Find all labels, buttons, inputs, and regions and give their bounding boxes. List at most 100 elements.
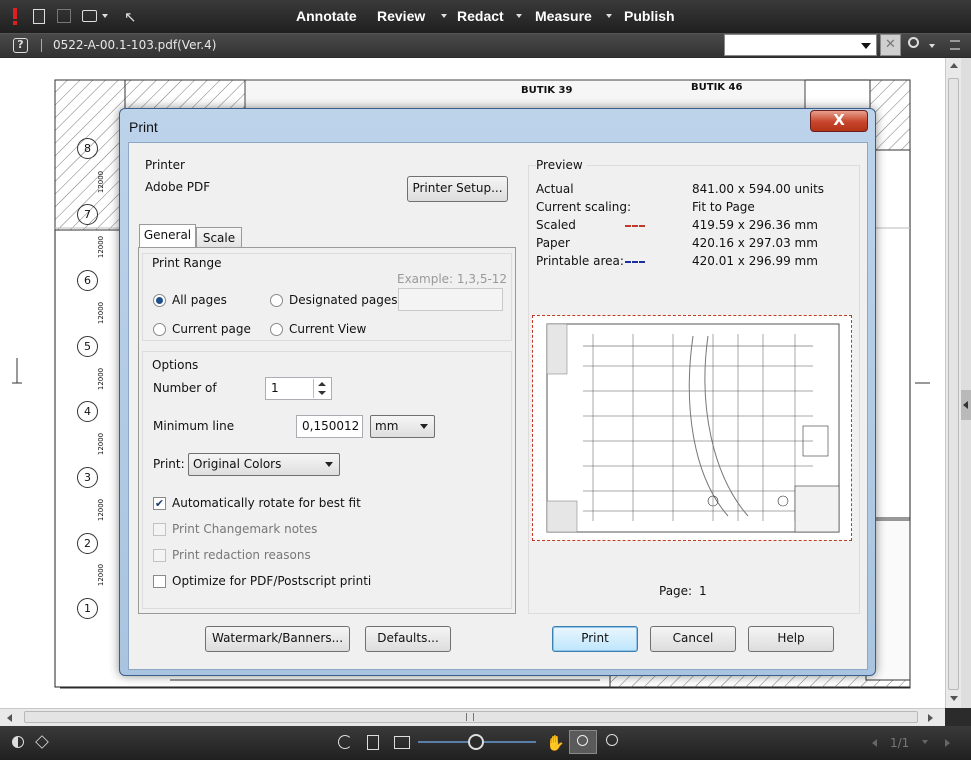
grid-bubble: 8 (77, 138, 98, 159)
tab-scale[interactable]: Scale (196, 227, 242, 248)
chevron-down-icon (325, 462, 333, 467)
zoom-slider-handle[interactable] (468, 734, 484, 750)
paper-value: 420.16 x 297.03 mm (692, 236, 818, 250)
zoom-in-icon[interactable] (606, 734, 618, 746)
vertical-scrollbar[interactable] (945, 58, 961, 708)
print-dropdown-icon[interactable] (102, 14, 108, 18)
scaled-line-swatch (625, 225, 645, 227)
actual-value: 841.00 x 594.00 units (692, 182, 825, 196)
menu-measure[interactable]: Measure (535, 8, 592, 24)
print-mode-select[interactable]: Original Colors (188, 453, 340, 476)
new-document-icon[interactable] (33, 9, 45, 24)
document-title[interactable]: 0522-A-00.1-103.pdf(Ver.4) (53, 38, 216, 52)
grid-bubble: 4 (77, 401, 98, 422)
scroll-right-icon[interactable] (928, 714, 933, 722)
menu-redact[interactable]: Redact (457, 8, 504, 24)
changemark-checkbox (153, 523, 166, 536)
menu-annotate[interactable]: Annotate (296, 8, 357, 24)
layers-icon[interactable] (35, 735, 49, 749)
butik-label: BUTIK 39 (521, 85, 573, 96)
current-page-radio[interactable] (153, 323, 166, 336)
scroll-thumb[interactable] (948, 78, 959, 690)
search-options-dropdown-icon[interactable] (929, 44, 935, 48)
tab-separator (41, 39, 42, 52)
current-view-radio[interactable] (270, 323, 283, 336)
display-mode-icon[interactable] (12, 736, 24, 748)
preview-thumbnail (546, 323, 840, 533)
scroll-down-icon[interactable] (950, 696, 958, 701)
scroll-left-icon[interactable] (7, 714, 12, 722)
measure-dropdown-icon[interactable] (606, 14, 612, 18)
all-pages-label[interactable]: All pages (172, 293, 227, 307)
minimum-line-label: Minimum line (153, 419, 235, 433)
scaled-value: 419.59 x 296.36 mm (692, 218, 818, 232)
all-pages-radio[interactable] (153, 294, 166, 307)
page-dropdown-icon[interactable] (922, 740, 928, 744)
close-icon: X (833, 111, 845, 129)
unit-select[interactable]: mm (370, 415, 435, 438)
select-arrow-icon[interactable]: ↖ (124, 8, 137, 26)
search-input[interactable] (724, 34, 877, 56)
tab-general[interactable]: General (139, 224, 196, 248)
print-button[interactable]: Print (552, 626, 638, 652)
optimize-label[interactable]: Optimize for PDF/Postscript printing (172, 574, 372, 588)
prev-page-icon[interactable] (872, 739, 877, 747)
help-icon[interactable]: ? (13, 38, 28, 53)
rotate-icon[interactable] (338, 735, 352, 749)
grip-icon (466, 713, 474, 721)
cancel-button[interactable]: Cancel (650, 626, 736, 652)
dimension-label: 12000 (97, 367, 106, 391)
save-icon[interactable] (57, 9, 71, 23)
redact-dropdown-icon[interactable] (516, 14, 522, 18)
review-dropdown-icon[interactable] (441, 14, 447, 18)
clear-search-icon[interactable]: ✕ (880, 34, 901, 56)
designated-pages-label[interactable]: Designated pages: (289, 293, 402, 307)
grid-bubble: 3 (77, 467, 98, 488)
printer-group-label: Printer (145, 158, 185, 172)
printer-setup-button[interactable]: Printer Setup... (407, 176, 508, 202)
dimension-label: 12000 (97, 563, 106, 587)
pan-hand-icon[interactable]: ✋ (546, 734, 565, 752)
designated-pages-radio[interactable] (270, 294, 283, 307)
auto-rotate-checkbox[interactable]: ✔ (153, 497, 166, 510)
panel-menu-icon[interactable] (950, 40, 960, 50)
single-page-icon[interactable] (367, 735, 379, 750)
actual-label: Actual (536, 182, 574, 196)
dimension-label: 12000 (97, 432, 106, 456)
zoom-tool-icon[interactable] (569, 730, 597, 754)
changemark-label: Print Changemark notes (172, 522, 318, 536)
close-button[interactable]: X (810, 110, 868, 132)
current-page-label[interactable]: Current page (172, 322, 251, 336)
scroll-up-icon[interactable] (950, 63, 958, 68)
print-icon[interactable] (82, 10, 97, 22)
redaction-label: Print redaction reasons (172, 548, 311, 562)
status-bar: ✋ 1/1 (0, 726, 971, 760)
alert-icon[interactable] (12, 8, 18, 25)
preview-label: Preview (536, 158, 587, 172)
help-button[interactable]: Help (748, 626, 834, 652)
defaults-button[interactable]: Defaults... (365, 626, 451, 652)
number-of-spinner[interactable] (313, 379, 330, 398)
next-page-icon[interactable] (945, 739, 950, 747)
general-tab-panel: Print Range Example: 1,3,5-12 All pages … (138, 247, 516, 614)
fit-width-icon[interactable] (394, 736, 410, 749)
minimum-line-input[interactable]: 0,150012 (296, 415, 363, 438)
page-indicator[interactable]: 1/1 (890, 736, 909, 750)
current-view-label[interactable]: Current View (289, 322, 366, 336)
designated-pages-input[interactable] (398, 288, 503, 311)
dialog-body: Printer Adobe PDF Printer Setup... Gener… (128, 142, 868, 670)
menu-review[interactable]: Review (377, 8, 425, 24)
auto-rotate-label[interactable]: Automatically rotate for best fit (172, 496, 361, 510)
print-dialog: Print X Printer Adobe PDF Printer Setup.… (119, 108, 876, 676)
page-value: 1 (699, 584, 707, 598)
optimize-checkbox[interactable] (153, 575, 166, 588)
page-range-example: Example: 1,3,5-12 (397, 272, 508, 286)
watermark-banners-button[interactable]: Watermark/Banners... (205, 626, 350, 652)
menu-publish[interactable]: Publish (624, 8, 675, 24)
horizontal-scroll-thumb[interactable] (24, 711, 918, 723)
options-label: Options (152, 358, 199, 372)
search-dropdown-icon[interactable] (861, 43, 871, 49)
grid-bubble: 5 (77, 336, 98, 357)
dialog-title: Print (129, 119, 158, 135)
search-icon[interactable] (908, 37, 919, 48)
